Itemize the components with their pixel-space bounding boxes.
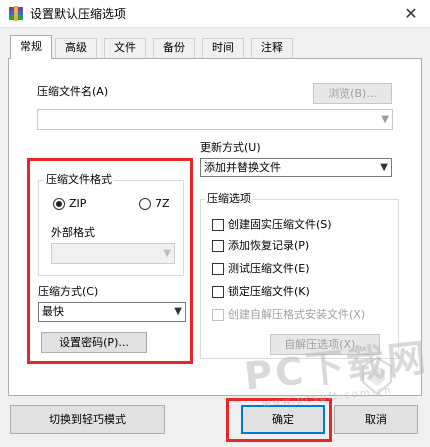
tab-backup[interactable]: 备份 (153, 38, 195, 58)
cancel-button[interactable]: 取消 (334, 405, 418, 434)
window-title: 设置默认压缩选项 (30, 7, 127, 21)
archive-name-combo[interactable]: ▼ (37, 109, 393, 130)
format-7z-radio[interactable] (139, 198, 151, 210)
tab-comment[interactable]: 注释 (251, 38, 293, 58)
update-mode-label: 更新方式(U) (200, 141, 261, 154)
sfx-archive-checkbox[interactable] (212, 309, 224, 321)
chevron-down-icon[interactable]: ▼ (174, 303, 182, 321)
ok-button[interactable]: 确定 (241, 405, 325, 434)
chevron-down-icon[interactable]: ▼ (380, 159, 388, 176)
test-archive-label: 测试压缩文件(E) (228, 262, 310, 275)
external-format-label: 外部格式 (51, 226, 95, 239)
archive-name-label: 压缩文件名(A) (37, 85, 109, 98)
update-mode-value: 添加并替换文件 (204, 161, 281, 174)
compression-method-select[interactable]: 最快 ▼ (38, 302, 186, 322)
archive-format-group-title: 压缩文件格式 (44, 173, 114, 187)
compression-options-group-title: 压缩选项 (205, 192, 253, 206)
browse-button[interactable]: 浏览(B)... (313, 83, 392, 104)
format-7z-label: 7Z (155, 197, 170, 210)
sfx-archive-label: 创建自解压格式安装文件(X) (228, 308, 366, 321)
switch-lite-mode-button[interactable]: 切换到轻巧模式 (10, 405, 165, 434)
lock-archive-label: 锁定压缩文件(K) (228, 285, 310, 298)
tab-general[interactable]: 常规 (10, 35, 52, 59)
chevron-down-icon[interactable]: ▼ (163, 244, 171, 263)
recovery-record-checkbox[interactable] (212, 240, 224, 252)
solid-archive-label: 创建固实压缩文件(S) (228, 218, 332, 231)
winrar-app-icon (8, 6, 24, 22)
compression-method-value: 最快 (42, 305, 64, 318)
format-zip-label: ZIP (69, 197, 87, 210)
recovery-record-label: 添加恢复记录(P) (228, 239, 310, 252)
format-zip-radio[interactable] (53, 198, 65, 210)
test-archive-checkbox[interactable] (212, 263, 224, 275)
sfx-options-button[interactable]: 自解压选项(X)... (270, 334, 380, 355)
radio-selected-dot (56, 201, 62, 207)
tab-time[interactable]: 时间 (202, 38, 244, 58)
update-mode-select[interactable]: 添加并替换文件 ▼ (200, 158, 392, 177)
solid-archive-checkbox[interactable] (212, 219, 224, 231)
chevron-down-icon[interactable]: ▼ (381, 110, 389, 129)
set-password-button[interactable]: 设置密码(P)... (41, 332, 147, 353)
lock-archive-checkbox[interactable] (212, 286, 224, 298)
tab-advanced[interactable]: 高级 (55, 38, 97, 58)
compression-method-label: 压缩方式(C) (38, 285, 99, 298)
close-icon[interactable]: ✕ (396, 2, 426, 26)
external-format-select[interactable]: ▼ (51, 243, 175, 264)
tab-files[interactable]: 文件 (104, 38, 146, 58)
